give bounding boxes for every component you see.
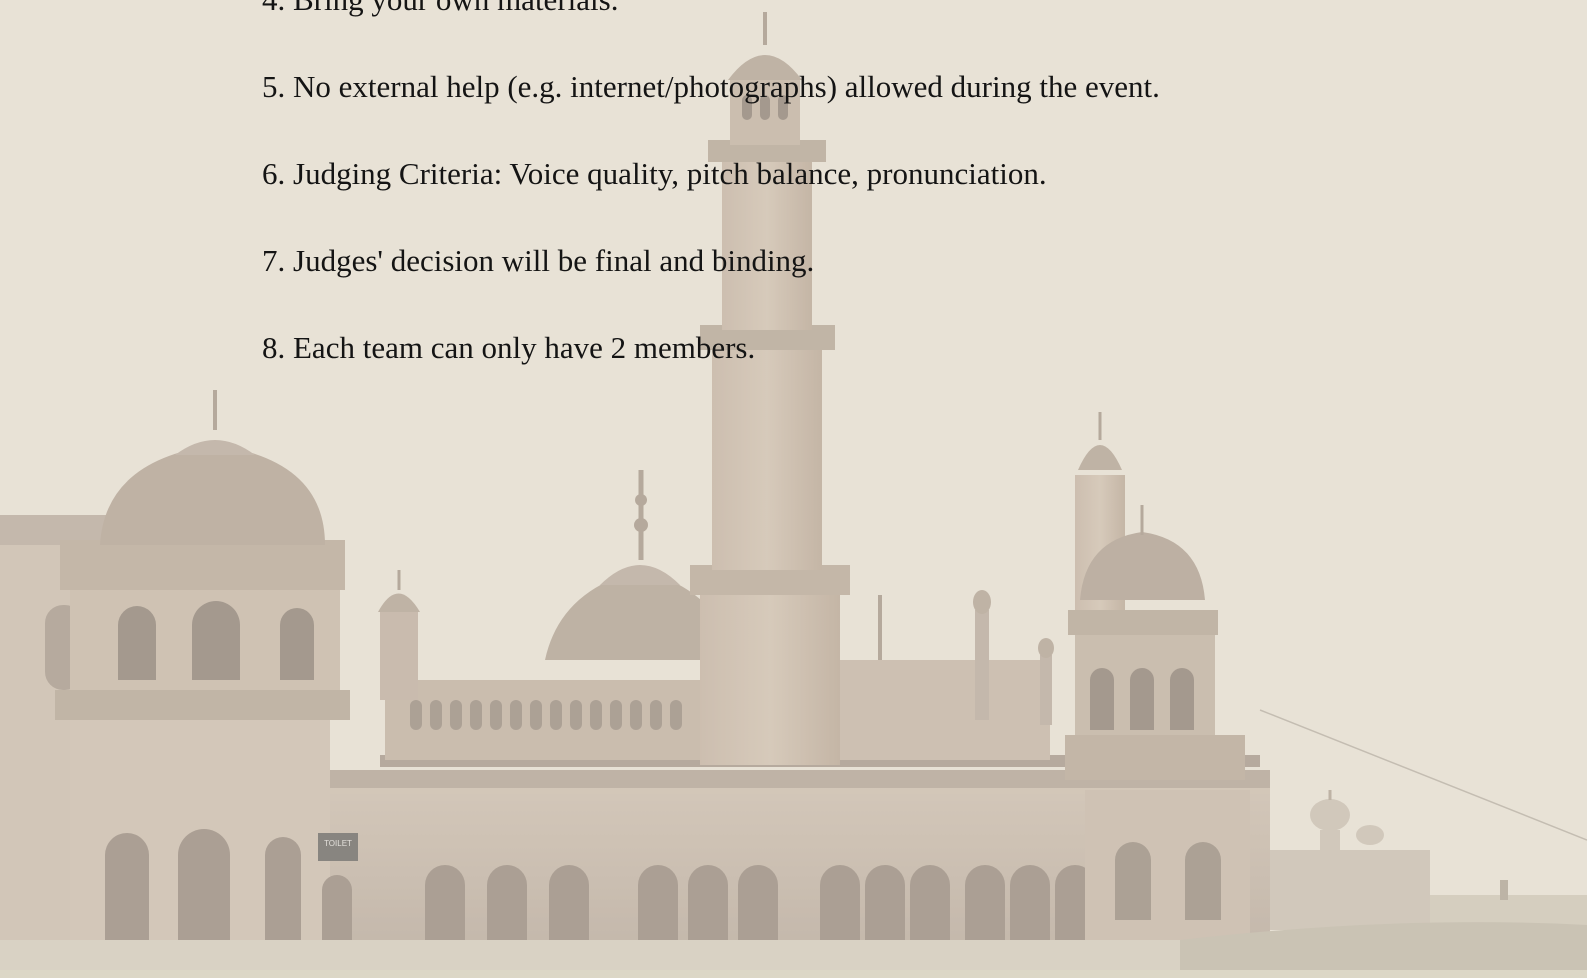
rule-item-6: 6. Judging Criteria: Voice quality, pitc…: [262, 156, 1047, 191]
rule-item-5: 5. No external help (e.g. internet/photo…: [262, 69, 1160, 104]
rule-item-8: 8. Each team can only have 2 members.: [262, 330, 756, 365]
toilet-sign: TOILET: [324, 839, 352, 848]
page: TOILET 4. Bring your own materials. 5. N…: [0, 0, 1587, 978]
rule-item-4: 4. Bring your own materials.: [262, 0, 1160, 20]
rules-list: 4. Bring your own materials. 5. No exter…: [262, 0, 1160, 415]
bottom-strip: [0, 970, 1587, 978]
rule-item-7: 7. Judges' decision will be final and bi…: [262, 243, 815, 278]
